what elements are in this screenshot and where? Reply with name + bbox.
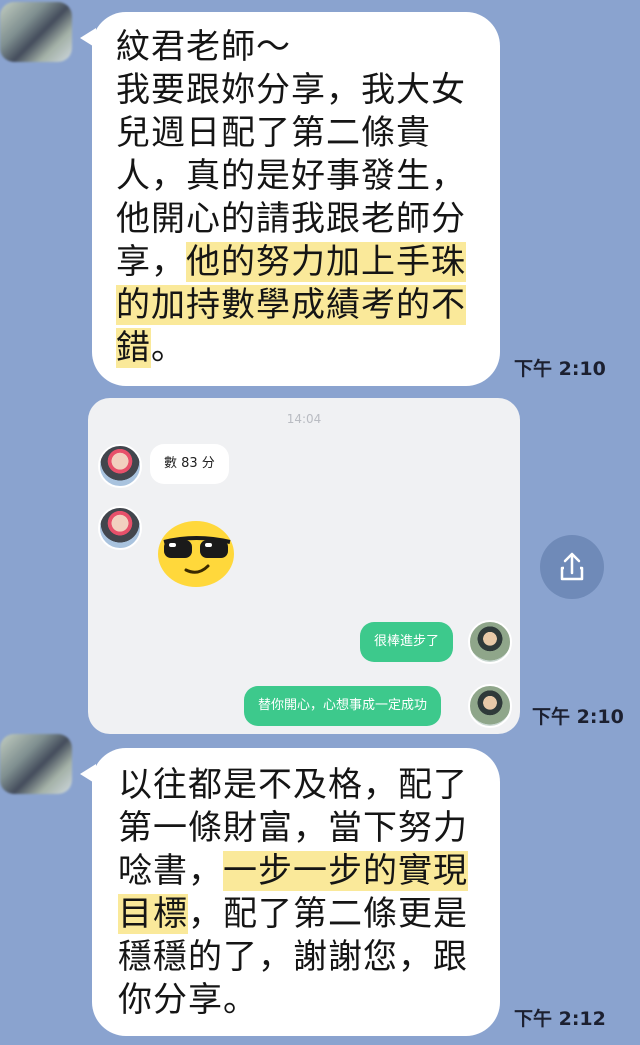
highlight: 錯	[116, 328, 151, 368]
share-icon	[560, 552, 584, 581]
sender-avatar[interactable]	[0, 734, 72, 794]
highlight: 一步一步的實現	[223, 851, 468, 891]
shared-screenshot[interactable]: 14:04 數 83 分 很棒進步了 替你開心，心想事成一定成功	[88, 398, 520, 734]
timestamp-2: 下午 2:10	[532, 706, 624, 728]
sunglasses-emoji-icon	[154, 518, 238, 590]
highlight: 他的努力加上手珠	[186, 242, 466, 282]
teacher-avatar	[468, 684, 512, 728]
sender-avatar[interactable]	[0, 2, 72, 62]
score-bubble: 數 83 分	[150, 444, 229, 484]
message-bubble-2: 以往都是不及格，配了 第一條財富，當下努力 唸書，一步一步的實現 目標，配了第二…	[80, 748, 500, 1036]
teacher-avatar	[468, 620, 512, 664]
message-text-1: 紋君老師～ 我要跟妳分享，我大女 兒週日配了第二條貴 人，真的是好事發生， 他開…	[116, 27, 466, 368]
reply-bubble-2: 替你開心，心想事成一定成功	[244, 686, 442, 726]
timestamp-3: 下午 2:12	[514, 1008, 606, 1030]
highlight: 的加持數學成績考的不	[116, 285, 466, 325]
reply-bubble-1: 很棒進步了	[360, 622, 454, 662]
child-avatar	[98, 444, 142, 488]
child-avatar	[98, 506, 142, 550]
screenshot-time: 14:04	[286, 412, 322, 426]
highlight: 目標	[118, 894, 188, 934]
message-text-2: 以往都是不及格，配了 第一條財富，當下努力 唸書，一步一步的實現 目標，配了第二…	[118, 765, 468, 1020]
timestamp-1: 下午 2:10	[514, 358, 606, 380]
share-button[interactable]	[540, 535, 604, 599]
message-bubble-1: 紋君老師～ 我要跟妳分享，我大女 兒週日配了第二條貴 人，真的是好事發生， 他開…	[80, 12, 500, 386]
